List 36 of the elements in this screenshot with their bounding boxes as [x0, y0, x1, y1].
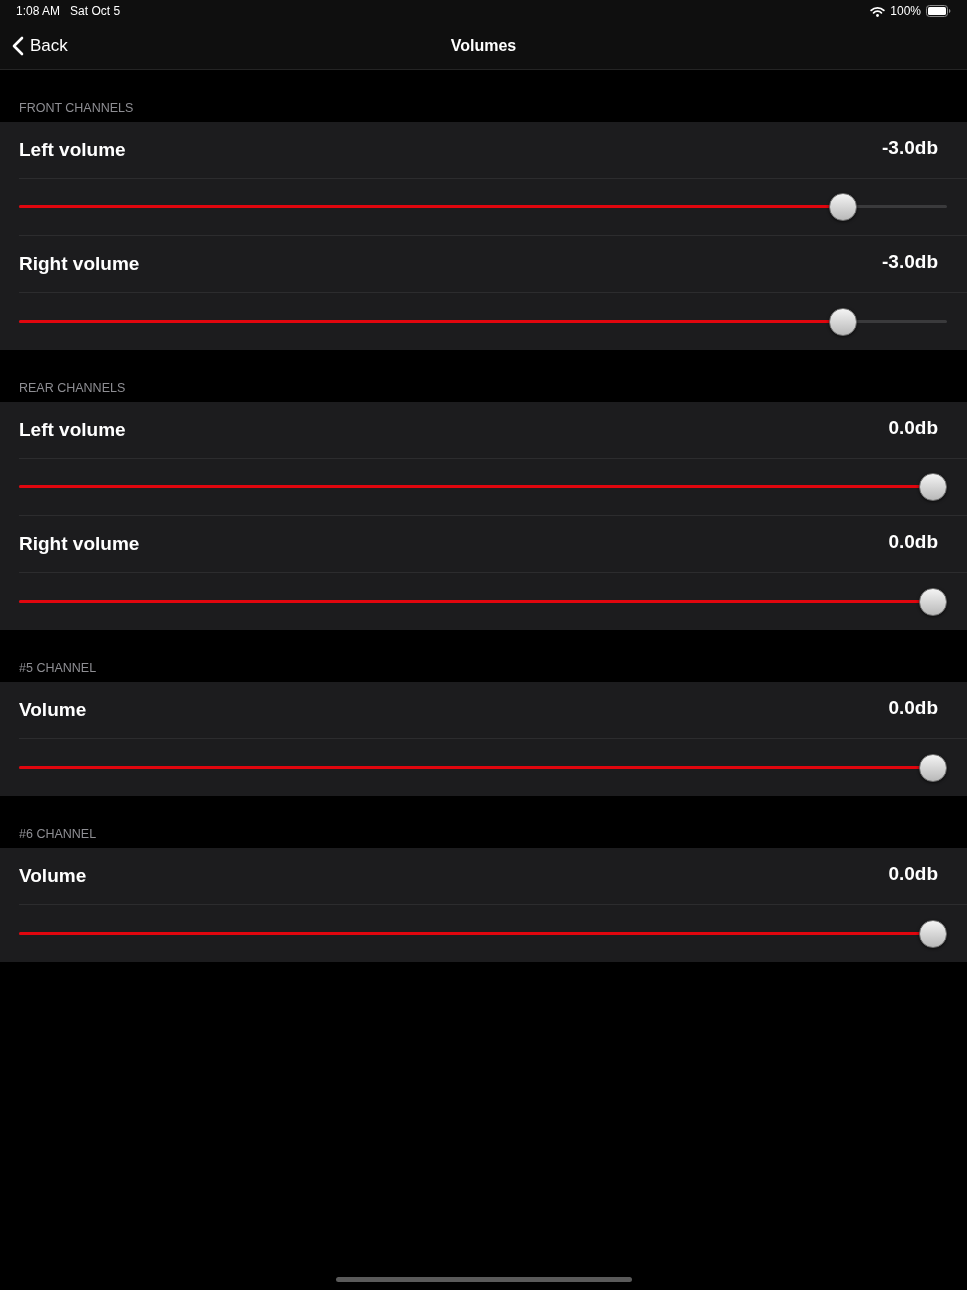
chevron-left-icon	[12, 35, 24, 56]
volume-reading: 0.0db	[888, 695, 938, 720]
channel-label: Right volume	[19, 531, 140, 556]
battery-icon	[926, 5, 951, 17]
volume-reading: -3.0db	[882, 249, 938, 274]
volume-reading: 0.0db	[888, 529, 938, 554]
channel-label: Volume	[19, 863, 87, 888]
status-date: Sat Oct 5	[70, 3, 121, 20]
status-time: 1:08 AM	[16, 3, 61, 20]
volume-reading: 0.0db	[888, 861, 938, 886]
slider-thumb[interactable]	[829, 193, 857, 221]
slider-thumb[interactable]	[919, 919, 947, 948]
channel-label: Left volume	[19, 137, 126, 162]
slider-thumb[interactable]	[919, 473, 947, 501]
volume-slider-track[interactable]	[19, 473, 947, 501]
volume-slider-track[interactable]	[19, 919, 947, 948]
volume-reading: 0.0db	[888, 415, 938, 440]
slider-thumb[interactable]	[919, 587, 947, 616]
volume-reading: -3.0db	[882, 135, 938, 160]
channel-label: Volume	[19, 697, 87, 722]
section-header: FRONT CHANNELS	[19, 100, 134, 116]
section-header: REAR CHANNELS	[19, 380, 126, 396]
volume-slider-track[interactable]	[19, 307, 947, 336]
section-header: #6 CHANNEL	[19, 826, 97, 842]
battery-percentage: 100%	[890, 3, 921, 20]
volume-slider-track[interactable]	[19, 753, 947, 782]
channel-label: Left volume	[19, 417, 126, 442]
slider-thumb[interactable]	[829, 307, 857, 336]
section-header: #5 CHANNEL	[19, 660, 97, 676]
slider-thumb[interactable]	[919, 753, 947, 782]
channel-label: Right volume	[19, 251, 140, 276]
back-button[interactable]: Back	[12, 32, 68, 59]
wifi-icon	[870, 5, 886, 17]
page-title: Volumes	[450, 35, 517, 56]
volume-slider-track[interactable]	[19, 193, 947, 221]
volume-slider-track[interactable]	[19, 587, 947, 616]
